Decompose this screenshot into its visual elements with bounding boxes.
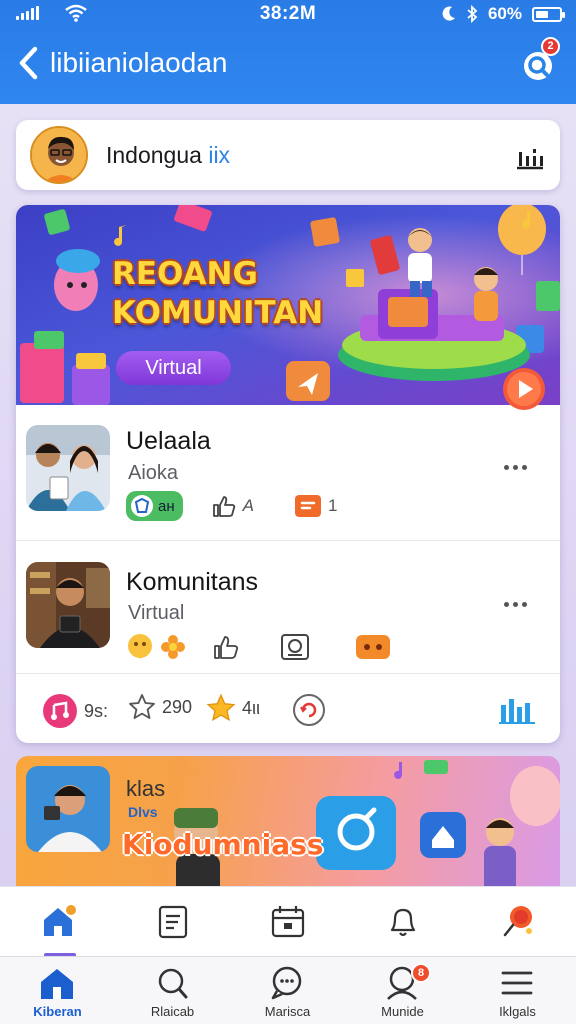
home-icon	[43, 903, 78, 936]
search-icon	[158, 968, 188, 999]
avatar[interactable]	[30, 126, 88, 184]
post-title: Uelaala	[126, 427, 211, 455]
preview-thumbnail[interactable]	[26, 766, 110, 852]
nav-label: Rlaicab	[150, 1004, 195, 1019]
banner-title-line2: KOMUNITAN	[112, 295, 324, 331]
nav-label: Kiberan	[33, 1004, 82, 1019]
chat-bubble-icon[interactable]	[354, 633, 392, 661]
status-right: 60%	[442, 4, 565, 24]
bell-icon	[390, 908, 415, 937]
preview-subtitle: Dlvs	[128, 804, 158, 820]
person-photo	[26, 766, 110, 852]
reaction-chip[interactable]: aн	[126, 491, 183, 521]
flower-icon[interactable]	[160, 634, 186, 660]
tab-notifications[interactable]	[345, 887, 460, 957]
post-thumbnail[interactable]	[26, 562, 110, 648]
calendar-icon	[271, 906, 304, 938]
tab-calendar[interactable]	[230, 887, 345, 957]
search-button[interactable]: 2	[518, 37, 560, 84]
profile-name: Indongua iix	[106, 142, 230, 169]
nav-item-search[interactable]: Rlaicab	[115, 957, 230, 1024]
tab-documents[interactable]	[115, 887, 230, 957]
profile-card[interactable]: Indongua iix	[16, 120, 560, 190]
app-header: 38:2M 60% libiianiolaodan 2	[0, 0, 576, 104]
tab-explore[interactable]	[460, 887, 575, 957]
search-badge: 2	[541, 37, 560, 56]
nav-label: Marisca	[264, 1004, 311, 1019]
music-stat[interactable]: 9s:	[42, 693, 108, 729]
pin-icon	[503, 906, 532, 937]
banner-title-line1: REOANG	[112, 256, 258, 292]
document-icon	[158, 905, 187, 939]
nav-item-menu[interactable]: Iklgals	[460, 957, 575, 1024]
nav-label: Munide	[381, 1004, 424, 1019]
stats-row: 9s: 290 4ιι	[16, 675, 560, 743]
favorite-stat[interactable]: 290	[128, 693, 192, 721]
post-thumbnail[interactable]	[26, 425, 110, 511]
status-bar: 38:2M 60%	[0, 0, 576, 28]
music-icon	[43, 694, 77, 728]
post-subtitle: Virtual	[128, 602, 185, 624]
star-icon	[206, 693, 236, 722]
profile-name-main: Indongua	[106, 142, 209, 168]
like-button[interactable]: A	[211, 494, 254, 518]
people-photo	[26, 425, 110, 511]
back-button[interactable]	[14, 44, 44, 82]
virtual-pill-button[interactable]: Virtual	[116, 351, 231, 385]
bottom-nav: Kiberan Rlaicab Marisca 8 Munide Iklgals	[0, 956, 576, 1024]
chat-icon	[271, 966, 302, 1000]
battery-icon	[532, 6, 565, 22]
more-options-button[interactable]	[504, 594, 538, 610]
bluetooth-icon	[467, 5, 478, 23]
stats-chart-icon[interactable]	[514, 140, 546, 172]
nav-label: Iklgals	[499, 1004, 536, 1019]
rating-stat[interactable]: 4ιι	[206, 693, 260, 723]
rating-count: 4ιι	[242, 697, 261, 718]
like-label: A	[242, 496, 254, 515]
music-stat-label: 9s:	[84, 700, 109, 721]
list-item[interactable]: Komunitans Virtual	[16, 542, 560, 674]
star-outline-icon	[129, 694, 155, 719]
nav-item-chat[interactable]: Marisca	[230, 957, 345, 1024]
battery-percent: 60%	[487, 4, 522, 23]
list-item[interactable]: Uelaala Aioka aн A 1	[16, 405, 560, 541]
post-actions: aн A 1	[126, 491, 337, 521]
refresh-icon[interactable]	[292, 693, 326, 727]
tab-home[interactable]	[0, 887, 115, 957]
badge-icon	[131, 495, 153, 517]
page-title: libiianiolaodan	[50, 47, 228, 78]
nav-badge: 8	[411, 963, 431, 983]
secondary-tab-bar	[0, 886, 576, 957]
thumbs-up-icon	[212, 496, 235, 517]
menu-icon	[501, 971, 533, 995]
preview-title: klas	[126, 776, 166, 801]
thumbs-up-icon[interactable]	[212, 634, 240, 660]
post-title: Komunitans	[126, 568, 259, 596]
reaction-chip-label: aн	[158, 497, 175, 515]
comment-count: 1	[327, 496, 338, 515]
preview-banner-text: Kiodumniass	[122, 828, 324, 861]
share-icon[interactable]	[280, 633, 310, 661]
favorite-count: 290	[162, 696, 193, 717]
comment-button[interactable]: 1	[294, 493, 337, 519]
post-subtitle: Aioka	[128, 462, 179, 484]
moon-icon	[442, 6, 455, 21]
nav-item-home[interactable]: Kiberan	[0, 957, 115, 1024]
profile-name-suffix: iix	[208, 142, 231, 168]
community-card: REOANG KOMUNITAN Virtual Uelaala Aioka a…	[16, 205, 560, 743]
post-actions	[126, 632, 392, 662]
more-options-button[interactable]	[504, 457, 538, 473]
analytics-icon[interactable]	[498, 695, 536, 725]
preview-card[interactable]: klas Dlvs Kiodumniass	[16, 756, 560, 906]
nav-item-profile[interactable]: 8 Munide	[345, 957, 460, 1024]
community-banner[interactable]: REOANG KOMUNITAN Virtual	[16, 205, 560, 410]
emoji-icon[interactable]	[126, 632, 156, 662]
home-icon	[41, 969, 73, 999]
person-photo	[26, 562, 110, 648]
person-illustration	[32, 128, 86, 182]
comment-icon	[294, 495, 321, 517]
